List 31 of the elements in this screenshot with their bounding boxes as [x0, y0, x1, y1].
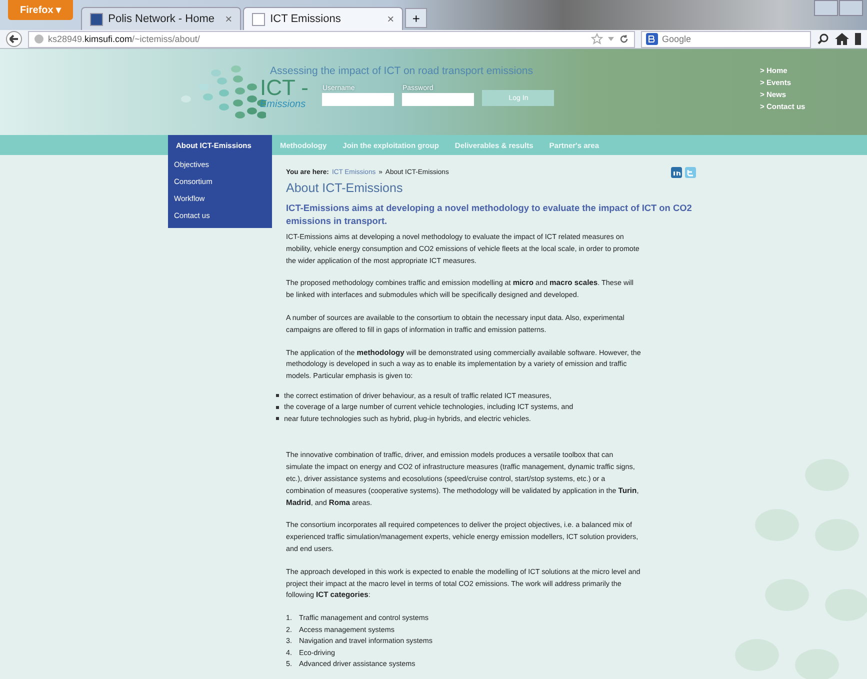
page-icon — [252, 12, 266, 26]
globe-icon — [34, 34, 44, 44]
firefox-menu-button[interactable]: Firefox ▾ — [8, 0, 74, 20]
browser-tab[interactable]: Polis Network - Home × — [81, 7, 242, 30]
home-icon[interactable] — [835, 33, 849, 45]
username-field[interactable] — [322, 93, 394, 106]
dropdown-icon[interactable] — [607, 35, 615, 43]
logo-subtitle: Emissions — [260, 99, 307, 110]
page-title: About ICT-Emissions — [286, 181, 404, 195]
back-icon[interactable] — [6, 31, 22, 47]
search-field[interactable]: Google — [641, 30, 811, 48]
address-bar[interactable]: ks28949.kimsufi.com/~ictemiss/about/ — [28, 30, 635, 48]
minimize-icon[interactable] — [814, 0, 838, 16]
password-field[interactable] — [402, 93, 474, 106]
page-icon — [90, 12, 104, 26]
new-tab-button[interactable]: + — [405, 8, 428, 28]
close-icon[interactable]: × — [225, 12, 232, 26]
browser-tab[interactable]: ICT Emissions × — [243, 7, 404, 30]
search-engine-icon[interactable] — [646, 33, 658, 45]
star-icon[interactable] — [591, 33, 603, 45]
bullet-icon — [276, 394, 279, 398]
maximize-icon[interactable] — [839, 0, 863, 16]
reload-icon[interactable] — [619, 34, 629, 44]
site-tagline: Assessing the impact of ICT on road transport emissions — [270, 65, 534, 77]
bullet-icon — [276, 417, 279, 420]
bullet-icon — [276, 406, 279, 409]
search-icon[interactable] — [817, 33, 829, 45]
linkedin-icon[interactable] — [671, 167, 682, 178]
close-icon[interactable]: × — [387, 12, 394, 26]
lead-text: ICT-Emissions aims at developing a novel methodology to evaluate the impact of ICT on CO2 emissions in transport. — [286, 202, 693, 228]
logo-title: ICT - — [260, 77, 308, 99]
